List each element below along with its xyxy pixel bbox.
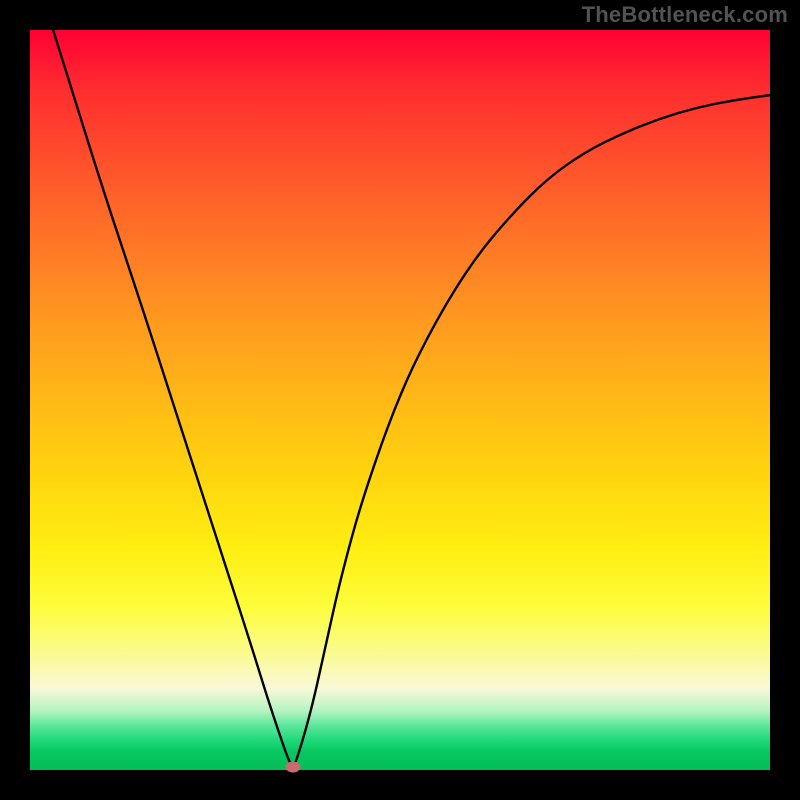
minimum-point-marker [285,762,300,773]
watermark-text: TheBottleneck.com [582,2,788,28]
bottleneck-curve [30,30,770,770]
plot-area [30,30,770,770]
chart-frame: TheBottleneck.com [0,0,800,800]
